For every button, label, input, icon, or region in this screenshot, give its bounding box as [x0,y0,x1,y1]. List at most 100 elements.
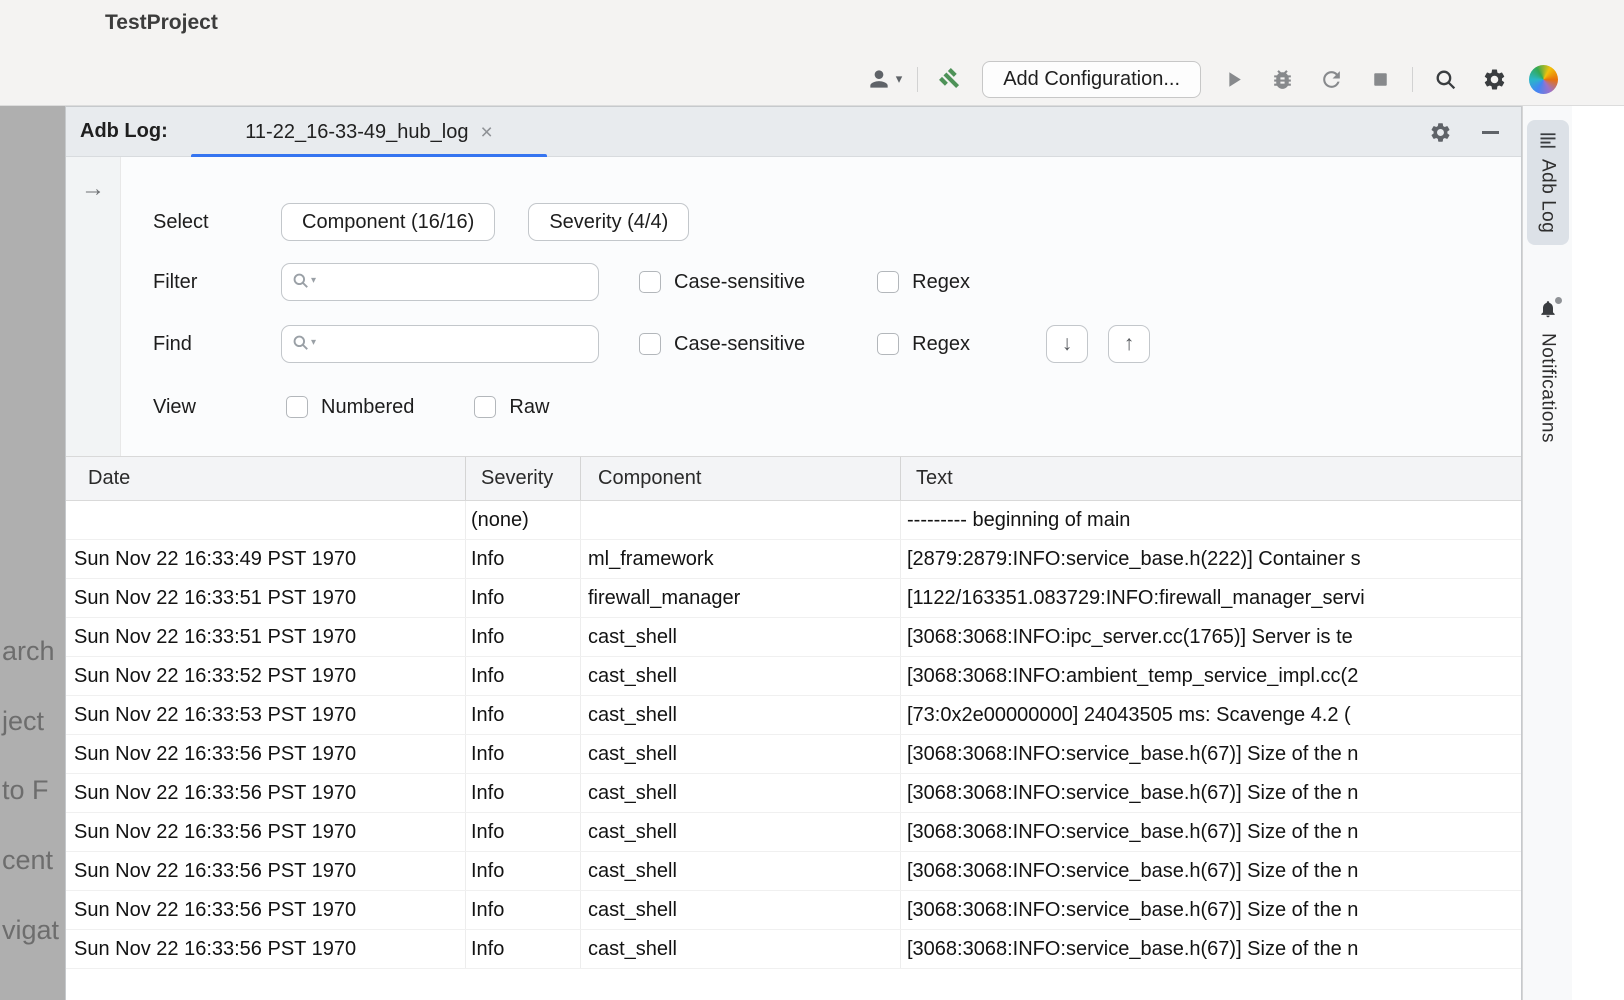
chevron-down-icon: ▾ [311,337,316,348]
log-table-row[interactable]: Sun Nov 22 16:33:56 PST 1970 Info cast_s… [66,852,1521,891]
toolwindow-button-notifications[interactable]: Notifications [1527,289,1569,455]
log-table-row[interactable]: Sun Nov 22 16:33:53 PST 1970 Info cast_s… [66,696,1521,735]
background-text-fragment: ject [2,706,44,737]
log-table-row[interactable]: (none) --------- beginning of main [66,501,1521,540]
build-hammer-button[interactable] [933,62,967,96]
cell-severity: Info [466,579,581,617]
cell-component: cast_shell [581,774,901,812]
regex-checkbox[interactable] [877,271,899,293]
cell-component: cast_shell [581,930,901,968]
find-input[interactable] [281,325,599,363]
collapse-filters-button[interactable]: → [81,177,105,201]
cell-severity: (none) [466,501,581,539]
cell-text: [1122/163351.083729:INFO:firewall_manage… [901,579,1521,617]
cell-severity: Info [466,774,581,812]
log-table-row[interactable]: Sun Nov 22 16:33:56 PST 1970 Info cast_s… [66,813,1521,852]
search-everywhere-button[interactable] [1428,62,1462,96]
cell-component: ml_framework [581,540,901,578]
log-list-icon [1538,130,1558,150]
arrow-down-icon: ↓ [1062,332,1073,356]
run-button[interactable] [1216,62,1250,96]
raw-checkbox[interactable] [474,396,496,418]
component-filter-button[interactable]: Component (16/16) [281,203,495,241]
view-row: View Numbered Raw [153,388,549,426]
select-label: Select [153,211,281,234]
log-table-row[interactable]: Sun Nov 22 16:33:56 PST 1970 Info cast_s… [66,735,1521,774]
log-table-row[interactable]: Sun Nov 22 16:33:51 PST 1970 Info firewa… [66,579,1521,618]
gear-icon [1482,67,1507,92]
cell-severity: Info [466,657,581,695]
column-header-date[interactable]: Date [66,457,466,500]
assistant-logo-icon [1529,65,1558,94]
severity-filter-button[interactable]: Severity (4/4) [528,203,689,241]
cell-component: cast_shell [581,657,901,695]
cell-severity: Info [466,930,581,968]
cell-component: cast_shell [581,735,901,773]
add-configuration-button[interactable]: Add Configuration... [982,61,1201,98]
raw-label: Raw [509,396,549,419]
notification-dot [1555,297,1562,304]
filter-gutter: → [66,157,121,456]
bell-icon [1538,299,1558,324]
regex-checkbox[interactable] [877,333,899,355]
filter-input-wrap: ▾ [281,263,599,301]
log-table-row[interactable]: Sun Nov 22 16:33:56 PST 1970 Info cast_s… [66,774,1521,813]
find-previous-button[interactable]: ↑ [1108,325,1150,363]
cell-severity: Info [466,618,581,656]
cell-component: firewall_manager [581,579,901,617]
filter-controls-area: → Select Component (16/16) Severity (4/4… [66,157,1521,456]
profile-button[interactable] [1314,62,1348,96]
find-case-sensitive-option: Case-sensitive [639,333,805,356]
filter-input[interactable] [281,263,599,301]
cell-date: Sun Nov 22 16:33:49 PST 1970 [66,540,466,578]
panel-settings-gear-button[interactable] [1429,121,1452,144]
select-row: Select Component (16/16) Severity (4/4) [153,203,689,241]
view-numbered-option: Numbered [286,396,414,419]
settings-gear-button[interactable] [1477,62,1511,96]
find-regex-option: Regex [877,333,970,356]
cell-date: Sun Nov 22 16:33:51 PST 1970 [66,579,466,617]
notifications-stripe-label: Notifications [1537,333,1559,443]
panel-minimize-button[interactable] [1482,131,1499,134]
panel-header: Adb Log: 11-22_16-33-49_hub_log × [66,107,1521,157]
background-window-strip: arch ject to F cent vigat [0,106,65,1000]
cell-date: Sun Nov 22 16:33:52 PST 1970 [66,657,466,695]
log-table-row[interactable]: Sun Nov 22 16:33:51 PST 1970 Info cast_s… [66,618,1521,657]
toolwindow-button-adb-log[interactable]: Adb Log [1527,120,1569,245]
case-sensitive-checkbox[interactable] [639,271,661,293]
profiler-icon [1319,67,1344,92]
cell-severity: Info [466,852,581,890]
filter-row: Filter ▾ Case-sensitive Regex [153,263,970,301]
ide-window: TestProject ▾ Add Configuration... [0,0,1624,1000]
log-table-row[interactable]: Sun Nov 22 16:33:49 PST 1970 Info ml_fra… [66,540,1521,579]
log-table-row[interactable]: Sun Nov 22 16:33:52 PST 1970 Info cast_s… [66,657,1521,696]
find-next-button[interactable]: ↓ [1046,325,1088,363]
user-profile-button[interactable]: ▾ [866,66,903,92]
arrow-up-icon: ↑ [1124,332,1135,356]
main-toolbar: ▾ Add Configuration... [866,58,1560,100]
panel-title: Adb Log: [80,107,168,156]
assistant-logo-button[interactable] [1526,62,1560,96]
column-header-component[interactable]: Component [581,457,901,500]
log-file-tab[interactable]: 11-22_16-33-49_hub_log × [191,107,547,157]
cell-date: Sun Nov 22 16:33:56 PST 1970 [66,774,466,812]
find-row: Find ▾ Case-sensitive Regex [153,325,970,363]
right-toolwindow-stripe: Adb Log Notifications [1522,106,1572,1000]
column-header-severity[interactable]: Severity [466,457,581,500]
cell-date: Sun Nov 22 16:33:56 PST 1970 [66,930,466,968]
log-table-row[interactable]: Sun Nov 22 16:33:56 PST 1970 Info cast_s… [66,930,1521,969]
cell-text: [3068:3068:INFO:service_base.h(67)] Size… [901,735,1521,773]
case-sensitive-checkbox[interactable] [639,333,661,355]
search-icon [1433,67,1458,92]
cell-component [581,501,901,539]
numbered-checkbox[interactable] [286,396,308,418]
debug-button[interactable] [1265,62,1299,96]
tab-label: 11-22_16-33-49_hub_log [245,121,468,144]
column-header-text[interactable]: Text [901,457,1521,500]
stop-button[interactable] [1363,62,1397,96]
cell-text: [3068:3068:INFO:service_base.h(67)] Size… [901,774,1521,812]
cell-component: cast_shell [581,852,901,890]
stop-icon [1368,67,1393,92]
tab-close-icon[interactable]: × [480,122,492,143]
log-table-row[interactable]: Sun Nov 22 16:33:56 PST 1970 Info cast_s… [66,891,1521,930]
